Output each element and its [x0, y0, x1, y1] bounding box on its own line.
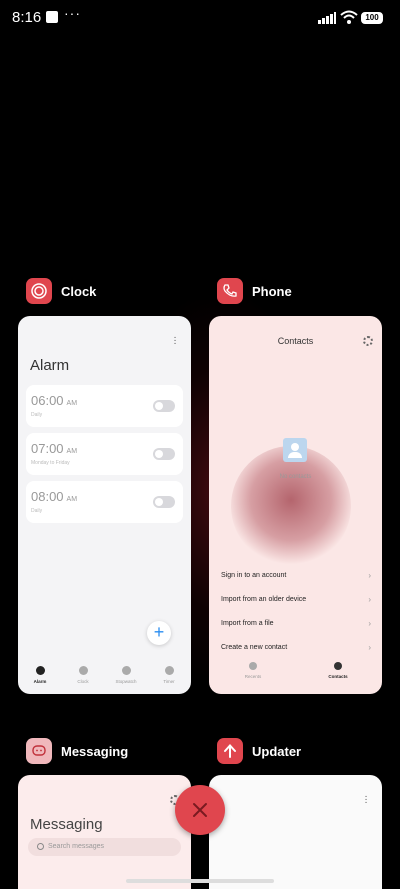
- clock-icon: [78, 666, 88, 675]
- alarm-toggle: [153, 496, 175, 508]
- close-icon: [193, 803, 207, 817]
- tab-label: Recents: [244, 674, 262, 679]
- option-label: Sign in to an account: [221, 572, 287, 579]
- app-name-messaging: Messaging: [61, 743, 129, 759]
- chevron-right-icon: ›: [368, 595, 371, 604]
- alarm-time: 06:00: [31, 393, 64, 408]
- app-header-updater[interactable]: Updater: [217, 738, 301, 764]
- home-gesture-bar[interactable]: [126, 879, 274, 883]
- alarm-toggle: [153, 400, 175, 412]
- alarm-item: 08:00 AM Daily: [26, 481, 183, 523]
- more-notifications-icon: ···: [64, 5, 81, 21]
- notification-icon: [46, 11, 58, 23]
- tab-label: Stopwatch: [115, 679, 137, 684]
- alarm-ampm: AM: [66, 496, 78, 503]
- contacts-page-title: Contacts: [277, 336, 314, 346]
- search-placeholder: Search messages: [48, 843, 105, 850]
- contact-placeholder-icon: [283, 438, 307, 462]
- app-header-clock[interactable]: Clock: [26, 278, 96, 304]
- wifi-icon: [340, 10, 358, 24]
- app-name-updater: Updater: [252, 743, 302, 759]
- more-options-icon: · · ·: [364, 791, 368, 808]
- chevron-right-icon: ›: [368, 643, 371, 652]
- chevron-right-icon: ›: [368, 619, 371, 628]
- alarm-repeat: Daily: [31, 412, 43, 418]
- recent-card-messaging[interactable]: Messaging Search messages: [18, 775, 191, 889]
- recent-card-phone[interactable]: Contacts No contacts Sign in to an accou…: [209, 316, 382, 694]
- tab-alarm: Alarm: [20, 666, 60, 684]
- recent-card-updater[interactable]: · · ·: [209, 775, 382, 889]
- tab-label: Contacts: [328, 674, 348, 679]
- phone-icon: [249, 662, 257, 670]
- tab-stopwatch: Stopwatch: [106, 666, 146, 684]
- background-blur: [231, 446, 351, 566]
- alarm-item: 07:00 AM Monday to Friday: [26, 433, 183, 475]
- cellular-signal-icon: [318, 12, 336, 24]
- app-header-phone[interactable]: Phone: [217, 278, 292, 304]
- alarm-time: 08:00: [31, 489, 64, 504]
- search-messages-field: Search messages: [28, 838, 181, 856]
- alarm-icon: [35, 666, 45, 675]
- status-time: 8:16: [12, 9, 42, 26]
- alarm-repeat: Daily: [31, 508, 43, 514]
- person-icon: [334, 662, 342, 670]
- alarm-ampm: AM: [66, 448, 78, 455]
- add-alarm-button: +: [147, 621, 171, 645]
- chevron-right-icon: ›: [368, 571, 371, 580]
- messaging-app-icon: [26, 738, 52, 764]
- contact-option-sign-in: Sign in to an account ›: [221, 571, 371, 580]
- search-icon: [37, 843, 44, 850]
- stopwatch-icon: [121, 666, 131, 675]
- alarm-toggle: [153, 448, 175, 460]
- recent-card-clock[interactable]: · · · Alarm 06:00 AM Daily 07:00 AM Monday t…: [18, 316, 191, 694]
- alarm-page-title: Alarm: [30, 357, 70, 374]
- app-name-clock: Clock: [61, 283, 97, 299]
- tab-timer: Timer: [149, 666, 189, 684]
- app-header-messaging[interactable]: Messaging: [26, 738, 128, 764]
- updater-app-icon: [217, 738, 243, 764]
- alarm-repeat: Monday to Friday: [31, 460, 70, 466]
- tab-label: Timer: [163, 679, 175, 684]
- contact-option-import-file: Import from a file ›: [221, 619, 371, 628]
- option-label: Import from a file: [221, 620, 274, 627]
- more-options-icon: · · ·: [173, 332, 177, 349]
- tab-clock: Clock: [63, 666, 103, 684]
- clear-all-button[interactable]: [175, 785, 225, 835]
- hourglass-icon: [164, 666, 174, 675]
- clock-bottom-tabs: Alarm Clock Stopwatch Timer: [18, 666, 191, 694]
- battery-icon: 100: [361, 12, 383, 24]
- settings-gear-icon: [363, 336, 373, 346]
- app-name-phone: Phone: [252, 283, 292, 299]
- option-label: Create a new contact: [221, 644, 288, 651]
- messaging-page-title: Messaging: [30, 816, 103, 833]
- option-label: Import from an older device: [221, 596, 307, 603]
- tab-label: Alarm: [33, 679, 47, 684]
- phone-app-icon: [217, 278, 243, 304]
- clock-app-icon: [26, 278, 52, 304]
- empty-contacts-text: No contacts: [279, 474, 312, 480]
- alarm-time: 07:00: [31, 441, 64, 456]
- alarm-ampm: AM: [66, 400, 78, 407]
- tab-contacts: Contacts: [313, 662, 363, 679]
- status-bar: 8:16 ··· 100: [0, 0, 400, 36]
- phone-bottom-tabs: Recents Contacts: [209, 662, 382, 686]
- tab-label: Clock: [77, 679, 89, 684]
- contact-option-create: Create a new contact ›: [221, 643, 371, 652]
- tab-recents: Recents: [228, 662, 278, 679]
- contact-option-import-device: Import from an older device ›: [221, 595, 371, 604]
- alarm-item: 06:00 AM Daily: [26, 385, 183, 427]
